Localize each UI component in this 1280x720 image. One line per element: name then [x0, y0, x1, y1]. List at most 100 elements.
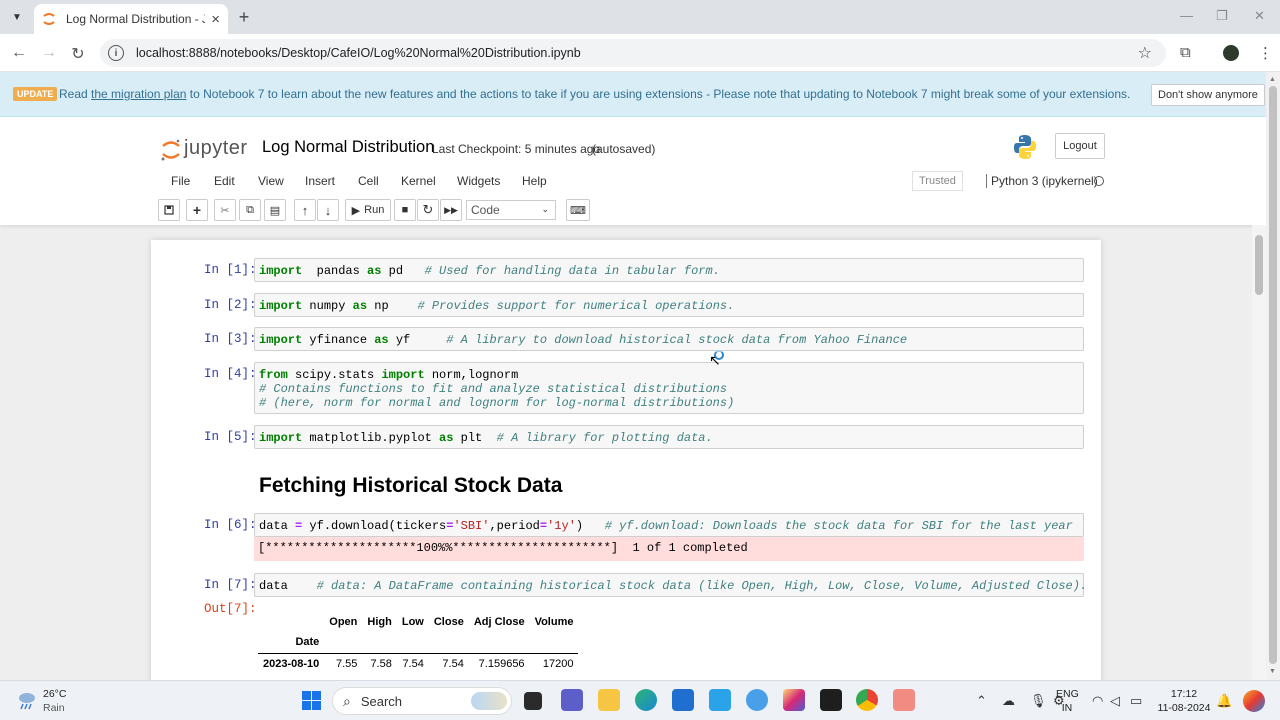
scroll-up-icon[interactable]: ▲ [1269, 76, 1276, 83]
instagram-icon[interactable] [783, 689, 805, 711]
wifi-icon[interactable]: ◠ [1092, 693, 1103, 709]
copilot-icon[interactable] [1243, 690, 1265, 712]
table-cell: 17200 [542, 657, 574, 670]
show-hidden-icons-icon[interactable]: ⌃ [976, 693, 987, 709]
menu-help[interactable]: Help [522, 174, 547, 188]
table-header-cell [258, 611, 324, 632]
edge-icon[interactable] [635, 689, 657, 711]
menu-insert[interactable]: Insert [305, 174, 335, 188]
scroll-down-icon[interactable]: ▼ [1269, 668, 1276, 675]
chrome-icon[interactable] [856, 689, 878, 711]
menu-kernel[interactable]: Kernel [401, 174, 436, 188]
code-token: pandas [302, 264, 368, 278]
back-icon[interactable]: ← [10, 44, 28, 62]
markdown-heading[interactable]: Fetching Historical Stock Data [259, 474, 562, 498]
page-scroll-thumb[interactable] [1269, 86, 1277, 664]
kernel-name[interactable]: Python 3 (ipykernel) [986, 174, 1098, 188]
bookmark-star-icon[interactable]: ☆ [1138, 43, 1152, 63]
notebook-scrollbar[interactable] [1252, 225, 1266, 680]
trusted-indicator[interactable]: Trusted [912, 171, 963, 191]
file-explorer-icon[interactable] [598, 689, 620, 711]
interrupt-icon[interactable]: ■ [394, 199, 416, 221]
reload-icon[interactable]: ↻ [69, 44, 87, 64]
insert-cell-icon[interactable]: + [186, 199, 208, 221]
code-cell[interactable]: import pandas as pd # Used for handling … [254, 258, 1084, 282]
kernel-status-icon [1094, 176, 1104, 186]
restart-run-all-icon[interactable]: ▶▶ [440, 199, 462, 221]
code-cell[interactable]: import numpy as np # Provides support fo… [254, 293, 1084, 317]
cell-prompt: In [6]: [204, 518, 257, 532]
microphone-icon[interactable]: 🎙 [1030, 693, 1047, 709]
paste-icon[interactable]: ▤ [264, 199, 286, 221]
restart-icon[interactable]: ↻ [417, 199, 439, 221]
cut-icon[interactable]: ✂ [214, 199, 236, 221]
task-view-icon[interactable] [524, 692, 542, 710]
dont-show-anymore-button[interactable]: Don't show anymore [1151, 84, 1265, 106]
row-index-cell: 2023-08-10 [263, 657, 320, 670]
app-icon[interactable] [709, 689, 731, 711]
extensions-icon[interactable]: ⧉ [1180, 44, 1191, 61]
notebook-name[interactable]: Log Normal Distribution [262, 138, 434, 157]
close-window-icon[interactable]: ✕ [1254, 8, 1265, 24]
weather-rain-icon[interactable] [16, 689, 38, 711]
network-status-icon[interactable]: ☁ [1002, 693, 1015, 709]
tab-search-icon[interactable]: ▼ [8, 8, 26, 26]
copy-icon[interactable]: ⧉ [239, 199, 261, 221]
volume-icon[interactable]: ◁ [1110, 693, 1120, 709]
cell-type-value: Code [471, 203, 500, 217]
update-message: Read the migration plan to Notebook 7 to… [59, 87, 1130, 101]
windows-start-icon[interactable] [302, 691, 321, 710]
logout-button[interactable]: Logout [1055, 133, 1105, 159]
profile-avatar[interactable] [1223, 45, 1239, 61]
maximize-icon[interactable]: ❐ [1216, 8, 1228, 24]
browser-menu-icon[interactable]: ⋮ [1258, 44, 1273, 62]
taskbar-search[interactable]: ⌕ Search [332, 687, 512, 715]
new-tab-button[interactable]: + [234, 7, 254, 28]
menu-edit[interactable]: Edit [214, 174, 235, 188]
minimize-icon[interactable]: — [1180, 8, 1193, 23]
checkpoint-status: Last Checkpoint: 5 minutes ago [432, 142, 601, 156]
migration-plan-link[interactable]: the migration plan [91, 87, 186, 101]
code-cell[interactable]: data = yf.download(tickers='SBI',period=… [254, 513, 1084, 537]
url-bar[interactable]: i localhost:8888/notebooks/Desktop/CafeI… [100, 39, 1166, 67]
site-info-icon[interactable]: i [108, 45, 124, 61]
tab-close-icon[interactable]: × [211, 11, 220, 28]
table-cell: 7.58 [370, 657, 392, 670]
code-token: norm,lognorm [424, 368, 519, 382]
code-token: as [374, 333, 389, 347]
cell-prompt: In [3]: [204, 332, 257, 346]
code-cell[interactable]: import matplotlib.pyplot as plt # A libr… [254, 425, 1084, 449]
save-icon[interactable] [158, 199, 180, 221]
notebook-scroll-thumb[interactable] [1255, 235, 1263, 295]
clock-time[interactable]: 17:12 [1156, 688, 1212, 700]
terminal-icon[interactable] [820, 689, 842, 711]
menu-widgets[interactable]: Widgets [457, 174, 500, 188]
language-region: IN [1061, 702, 1073, 714]
jupyter-logo[interactable]: jupyter [160, 137, 248, 160]
battery-status-icon[interactable]: ▭ [1130, 693, 1142, 709]
notebook-header: jupyter Log Normal Distribution Last Che… [0, 117, 1266, 225]
menu-view[interactable]: View [258, 174, 284, 188]
menu-file[interactable]: File [171, 174, 190, 188]
table-header-cell: High [367, 615, 392, 628]
menu-cell[interactable]: Cell [358, 174, 379, 188]
move-down-icon[interactable]: ↓ [317, 199, 339, 221]
run-button[interactable]: ▶ Run [345, 199, 391, 221]
code-cell[interactable]: data # data: A DataFrame containing hist… [254, 573, 1087, 597]
code-cell[interactable]: from scipy.stats import norm,lognorm # Co… [254, 362, 1084, 414]
teams-icon[interactable] [561, 689, 583, 711]
browser-tab-active[interactable]: Log Normal Distribution - Jupyter × [34, 4, 228, 34]
app-icon[interactable] [746, 689, 768, 711]
keyboard-icon[interactable]: ⌨ [566, 199, 590, 221]
page-scrollbar[interactable]: ▲ ▼ [1266, 72, 1280, 680]
forward-icon[interactable]: → [40, 44, 58, 62]
language-indicator[interactable]: ENG [1056, 688, 1079, 700]
code-cell[interactable]: import yfinance as yf # A library to dow… [254, 327, 1084, 351]
index-name-cell: Date [258, 632, 325, 654]
store-icon[interactable] [672, 689, 694, 711]
snipping-tool-icon[interactable] [893, 689, 915, 711]
move-up-icon[interactable]: ↑ [294, 199, 316, 221]
cell-type-select[interactable]: Code ⌄ [466, 200, 556, 220]
cell-prompt: In [1]: [204, 263, 257, 277]
notification-bell-icon[interactable]: 🔔 [1216, 693, 1232, 709]
